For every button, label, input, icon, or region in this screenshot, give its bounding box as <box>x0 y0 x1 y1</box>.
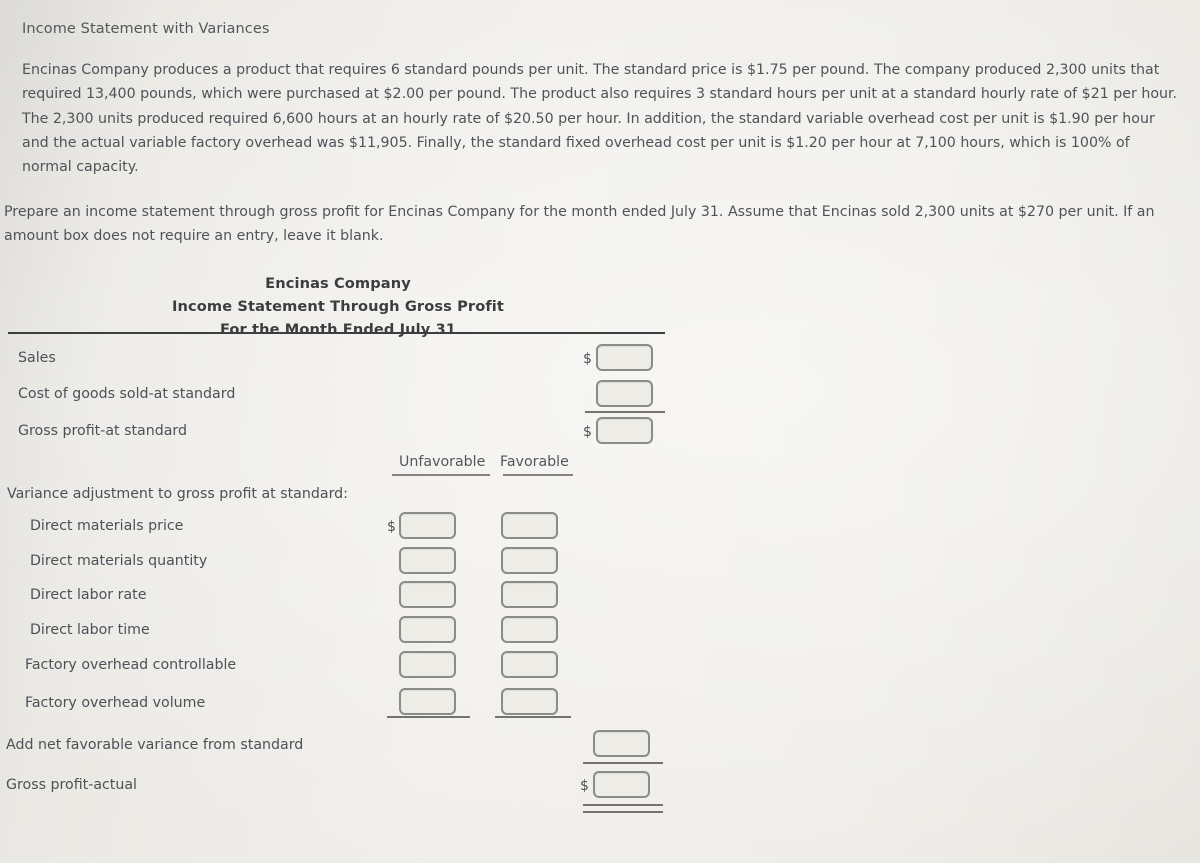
row-label-dl-time: Direct labor time <box>30 622 150 638</box>
input-foh-controllable-unfavorable[interactable] <box>399 651 456 678</box>
dollar-sign-dm-price: $ <box>387 519 396 535</box>
row-label-add-net-favorable: Add net favorable variance from standard <box>6 737 304 753</box>
input-foh-controllable-favorable[interactable] <box>501 651 558 678</box>
row-label-sales: Sales <box>18 350 56 366</box>
row-label-dl-rate: Direct labor rate <box>30 587 147 603</box>
statement-company-name: Encinas Company <box>265 275 411 292</box>
statement-top-rule <box>8 332 665 334</box>
row-label-foh-volume: Factory overhead volume <box>25 695 206 711</box>
row-label-dm-quantity: Direct materials quantity <box>30 553 208 569</box>
underline-unfavorable-header <box>392 474 490 476</box>
statement-period: For the Month Ended July 31 <box>219 321 457 338</box>
input-dm-quantity-unfavorable[interactable] <box>399 547 456 574</box>
dollar-sign-gross-profit-standard: $ <box>583 424 592 440</box>
dollar-sign-gross-profit-actual: $ <box>580 778 589 794</box>
question-content: Income Statement with Variances Encinas … <box>0 0 1200 863</box>
input-gross-profit-actual-amount[interactable] <box>593 771 650 798</box>
input-dm-price-favorable[interactable] <box>501 512 558 539</box>
statement-title: Income Statement Through Gross Profit <box>172 298 504 315</box>
row-label-foh-controllable: Factory overhead controllable <box>25 657 237 673</box>
dollar-sign-sales: $ <box>583 351 592 367</box>
double-underline-gross-profit-actual <box>583 804 663 813</box>
underline-unfavorable-column <box>387 716 470 718</box>
statement-heading: Encinas Company Income Statement Through… <box>0 272 676 341</box>
input-dm-quantity-favorable[interactable] <box>501 547 558 574</box>
column-header-favorable: Favorable <box>500 454 569 470</box>
input-dl-rate-favorable[interactable] <box>501 581 558 608</box>
column-header-unfavorable: Unfavorable <box>399 454 486 470</box>
input-dl-time-favorable[interactable] <box>501 616 558 643</box>
row-label-cogs-standard: Cost of goods sold-at standard <box>18 386 236 402</box>
problem-paragraph: Encinas Company produces a product that … <box>22 62 1178 176</box>
input-foh-volume-unfavorable[interactable] <box>399 688 456 715</box>
input-sales-amount[interactable] <box>596 344 653 371</box>
underline-cogs <box>585 411 665 413</box>
underline-favorable-header <box>503 474 573 476</box>
input-dm-price-unfavorable[interactable] <box>399 512 456 539</box>
row-label-gross-profit-standard: Gross profit-at standard <box>18 423 188 439</box>
input-gross-profit-standard-amount[interactable] <box>596 417 653 444</box>
input-cogs-amount[interactable] <box>596 380 653 407</box>
input-foh-volume-favorable[interactable] <box>501 688 558 715</box>
row-label-dm-price: Direct materials price <box>30 518 184 534</box>
instructions-paragraph: Prepare an income statement through gros… <box>4 204 1155 245</box>
underline-favorable-column <box>495 716 571 718</box>
underline-net-favorable <box>583 762 663 764</box>
input-net-favorable-amount[interactable] <box>593 730 650 757</box>
row-label-variance-section: Variance adjustment to gross profit at s… <box>7 486 348 502</box>
row-label-gross-profit-actual: Gross profit-actual <box>6 777 137 793</box>
input-dl-rate-unfavorable[interactable] <box>399 581 456 608</box>
question-title: Income Statement with Variances <box>22 21 270 37</box>
input-dl-time-unfavorable[interactable] <box>399 616 456 643</box>
